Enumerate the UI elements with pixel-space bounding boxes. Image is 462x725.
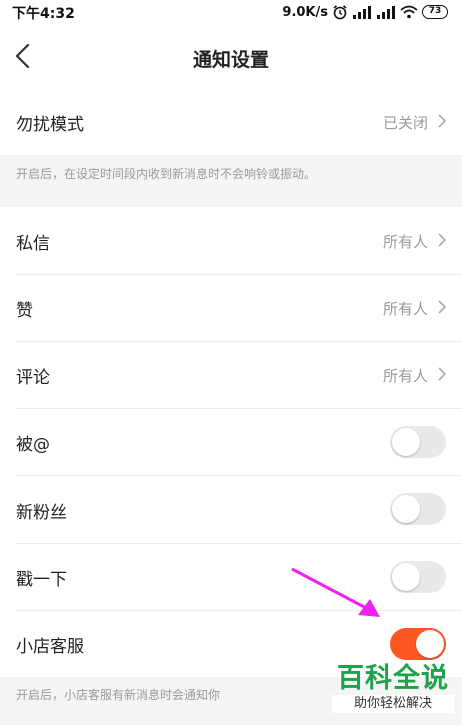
row-label: 小店客服 bbox=[16, 637, 84, 657]
row-label: 被@ bbox=[16, 435, 50, 455]
toggle-knob bbox=[392, 495, 420, 523]
toggle-knob bbox=[392, 563, 420, 591]
chevron-right-icon bbox=[438, 233, 447, 247]
row-label: 新粉丝 bbox=[16, 503, 67, 523]
alarm-icon bbox=[333, 5, 347, 20]
chevron-right-icon bbox=[438, 114, 447, 128]
pointer-arrow-icon bbox=[291, 567, 380, 617]
row-label: 戳一下 bbox=[16, 570, 67, 590]
row-mentions: 被@ bbox=[0, 409, 462, 475]
row-value: 所有人 bbox=[382, 233, 428, 251]
status-time: 下午4:32 bbox=[12, 6, 75, 22]
watermark-logo: 百科全说 助你轻松解决 bbox=[332, 663, 454, 713]
row-new-followers: 新粉丝 bbox=[0, 476, 462, 543]
page-title: 通知设置 bbox=[192, 49, 269, 71]
status-bar: 下午4:32 9.0K/s 73 bbox=[0, 0, 462, 26]
footer-hint: 开启后，小店客服有新消息时会通知你 bbox=[16, 688, 221, 702]
dnd-label: 勿扰模式 bbox=[16, 115, 84, 135]
row-value: 所有人 bbox=[382, 367, 428, 385]
wifi-icon bbox=[400, 5, 418, 19]
mentions-toggle[interactable] bbox=[390, 426, 446, 458]
dnd-hint-section: 开启后，在设定时间段内收到新消息时不会响铃或振动。 bbox=[0, 155, 462, 207]
row-private-message[interactable]: 私信 所有人 bbox=[0, 207, 462, 274]
row-label: 赞 bbox=[16, 301, 33, 321]
watermark-subtitle: 助你轻松解决 bbox=[332, 695, 454, 713]
status-icons: 9.0K/s 73 bbox=[282, 2, 448, 22]
poke-toggle[interactable] bbox=[390, 561, 446, 593]
nav-bar: 通知设置 bbox=[0, 26, 462, 88]
network-speed: 9.0K/s bbox=[282, 4, 328, 20]
watermark-title: 百科全说 bbox=[337, 663, 449, 694]
toggle-knob bbox=[416, 630, 444, 658]
dnd-value: 已关闭 bbox=[382, 114, 428, 132]
chevron-right-icon bbox=[438, 367, 447, 381]
signal-icon bbox=[377, 6, 395, 19]
shop-service-toggle[interactable] bbox=[390, 628, 446, 660]
dnd-hint: 开启后，在设定时间段内收到新消息时不会响铃或振动。 bbox=[16, 167, 317, 181]
row-label: 私信 bbox=[16, 234, 50, 254]
row-likes[interactable]: 赞 所有人 bbox=[0, 275, 462, 341]
signal-icon bbox=[353, 6, 371, 19]
row-label: 评论 bbox=[16, 368, 50, 388]
chevron-right-icon bbox=[438, 300, 447, 314]
toggle-knob bbox=[392, 428, 420, 456]
new-followers-toggle[interactable] bbox=[390, 493, 446, 525]
row-comments[interactable]: 评论 所有人 bbox=[0, 342, 462, 408]
row-value: 所有人 bbox=[382, 300, 428, 318]
battery-icon: 73 bbox=[422, 5, 448, 19]
dnd-row[interactable]: 勿扰模式 已关闭 bbox=[0, 88, 462, 155]
row-poke: 戳一下 bbox=[0, 544, 462, 610]
